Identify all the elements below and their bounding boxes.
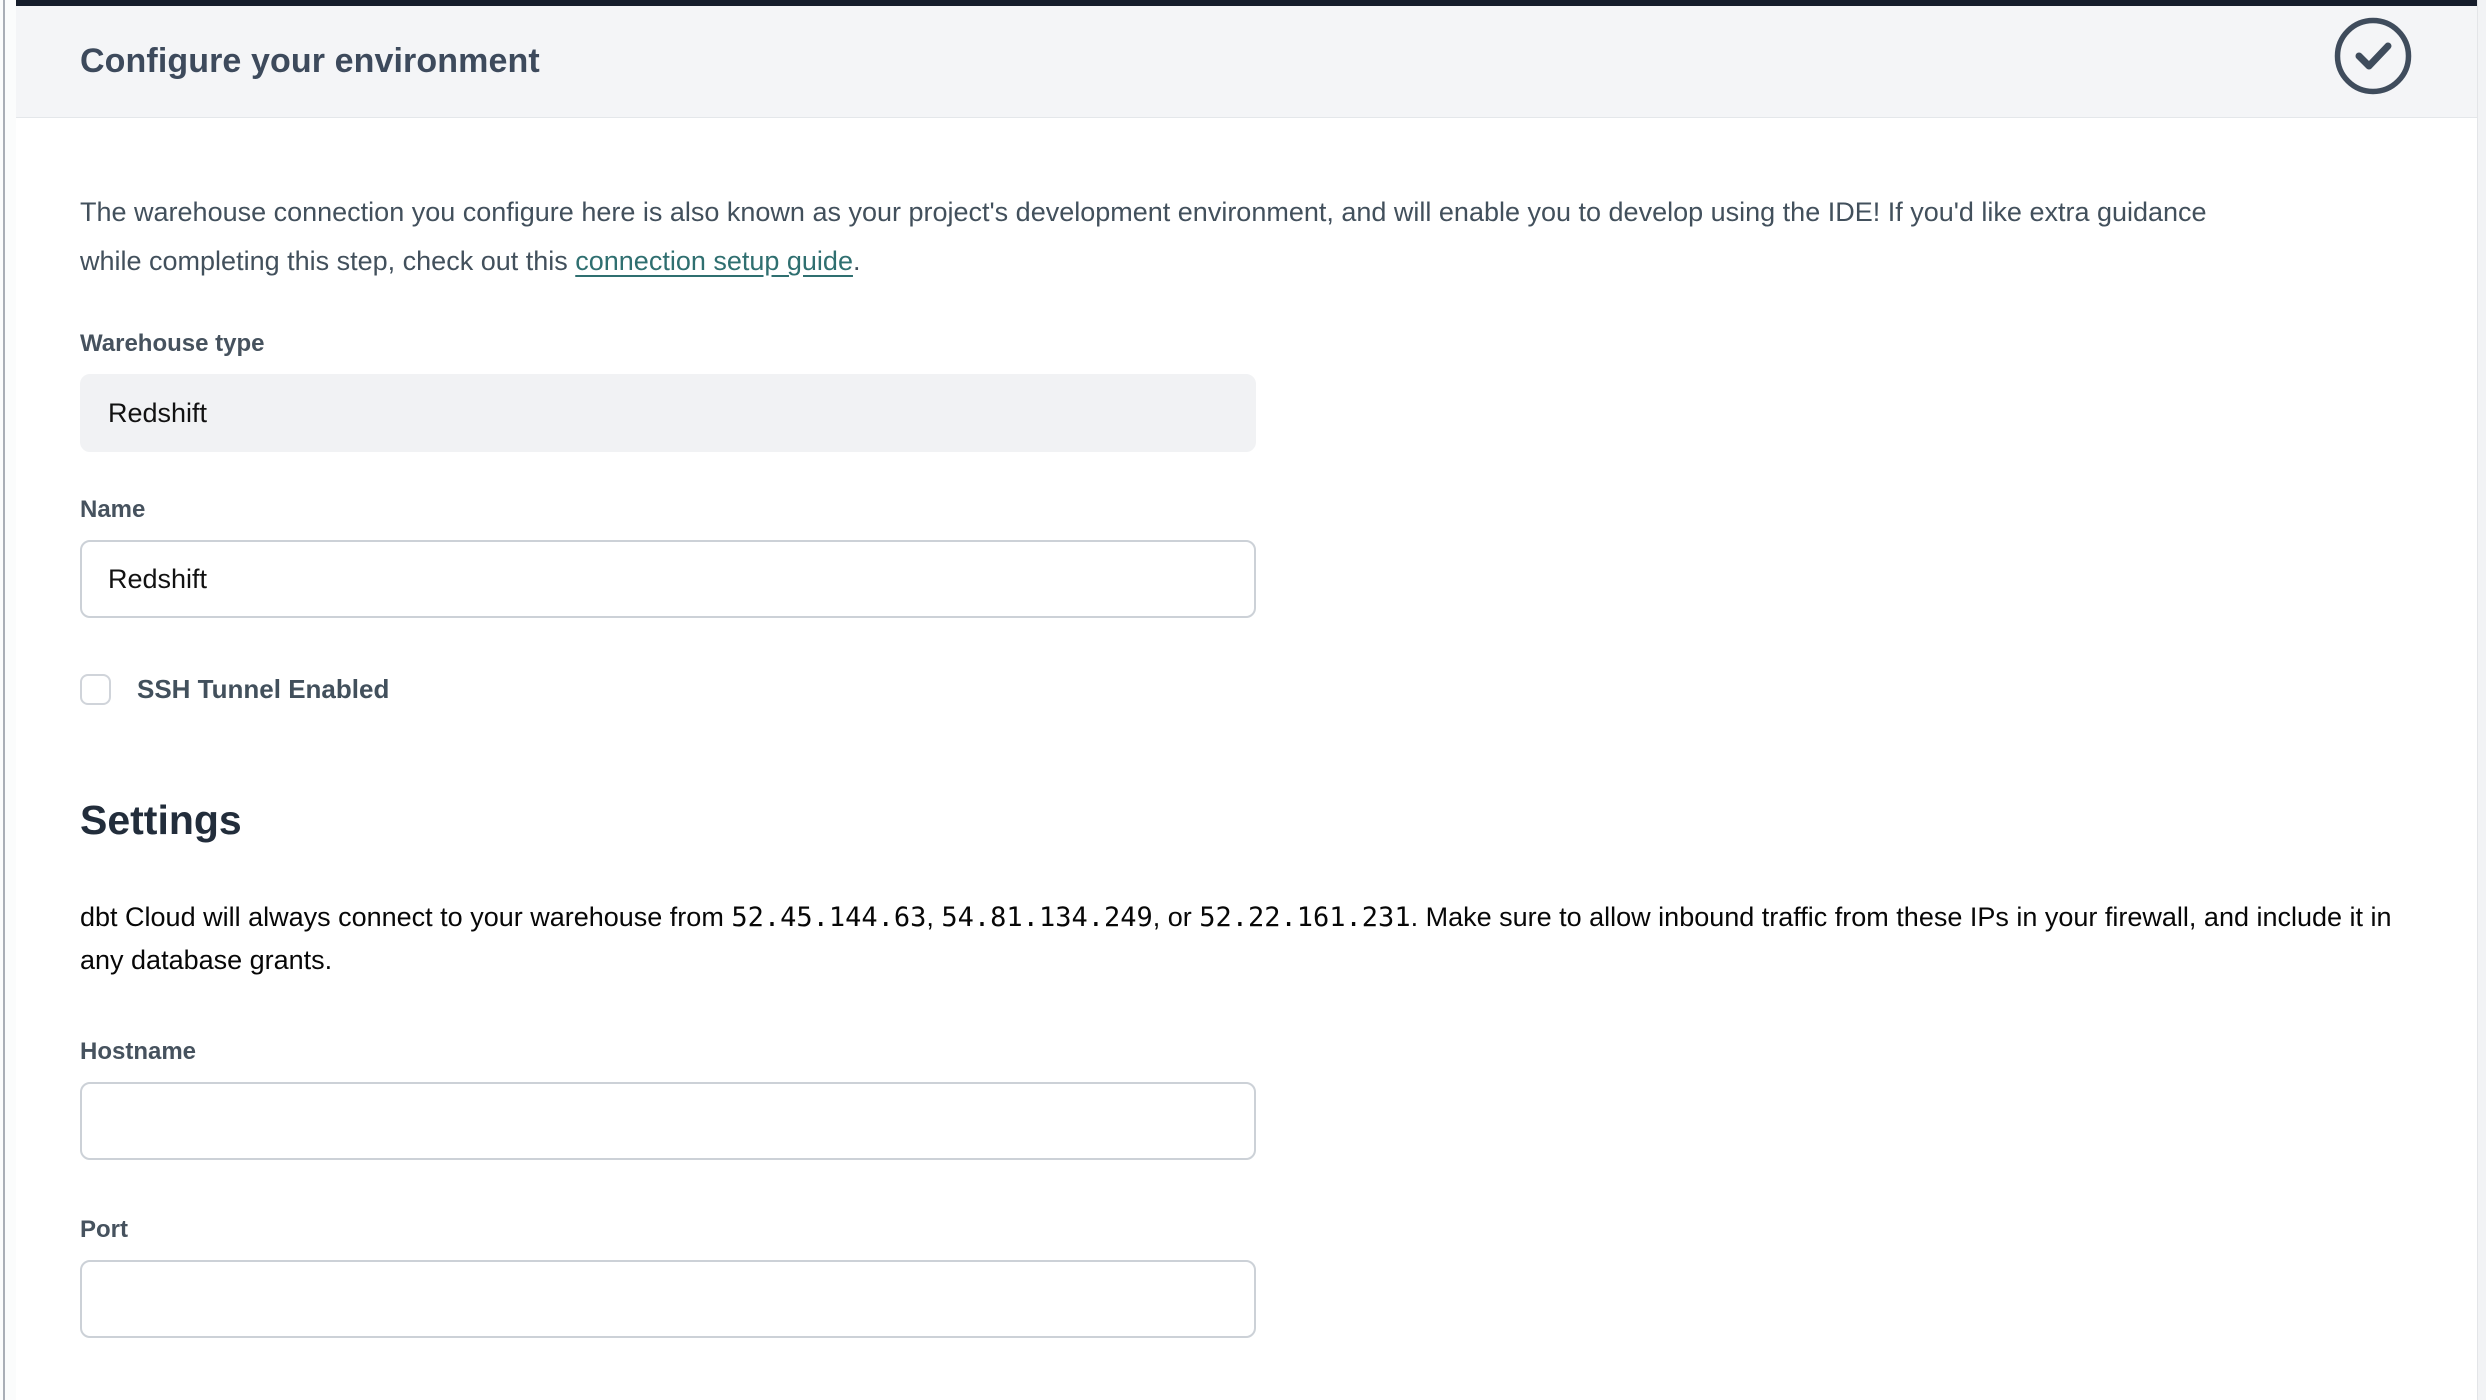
- panel-header: Configure your environment: [16, 6, 2477, 118]
- note-sep2: , or: [1153, 902, 1200, 932]
- left-gutter: [0, 0, 16, 1400]
- connection-setup-guide-link[interactable]: connection setup guide: [575, 246, 853, 276]
- hostname-label: Hostname: [80, 1038, 2413, 1066]
- hostname-group: Hostname: [80, 1038, 2413, 1160]
- warehouse-type-group: Warehouse type: [80, 330, 2413, 452]
- note-part1: dbt Cloud will always connect to your wa…: [80, 902, 731, 932]
- ip-address-1: 52.45.144.63: [731, 902, 926, 933]
- vertical-scrollbar[interactable]: [2477, 0, 2486, 1400]
- warehouse-type-field: [80, 374, 1256, 452]
- note-sep1: ,: [926, 902, 941, 932]
- ip-address-3: 52.22.161.231: [1199, 902, 1410, 933]
- ssh-tunnel-row: SSH Tunnel Enabled: [80, 674, 2413, 705]
- port-input[interactable]: [80, 1260, 1256, 1338]
- page-title: Configure your environment: [80, 42, 540, 81]
- name-group: Name: [80, 496, 2413, 618]
- warehouse-type-label: Warehouse type: [80, 330, 2413, 358]
- settings-heading: Settings: [80, 797, 2413, 844]
- port-label: Port: [80, 1216, 2413, 1244]
- configure-environment-panel: Configure your environment The warehouse…: [16, 0, 2477, 1400]
- ip-allowlist-note: dbt Cloud will always connect to your wa…: [80, 896, 2413, 982]
- ssh-tunnel-checkbox[interactable]: [80, 674, 111, 705]
- intro-text-before: The warehouse connection you configure h…: [80, 197, 2207, 276]
- intro-paragraph: The warehouse connection you configure h…: [80, 188, 2235, 286]
- ssh-tunnel-label: SSH Tunnel Enabled: [137, 674, 389, 705]
- check-circle-icon: [2333, 16, 2413, 96]
- name-label: Name: [80, 496, 2413, 524]
- left-gutter-divider: [3, 0, 5, 1400]
- hostname-input[interactable]: [80, 1082, 1256, 1160]
- intro-text-after: .: [853, 246, 861, 276]
- panel-content: The warehouse connection you configure h…: [16, 118, 2477, 1400]
- ip-address-2: 54.81.134.249: [941, 902, 1152, 933]
- name-input[interactable]: [80, 540, 1256, 618]
- port-group: Port: [80, 1216, 2413, 1338]
